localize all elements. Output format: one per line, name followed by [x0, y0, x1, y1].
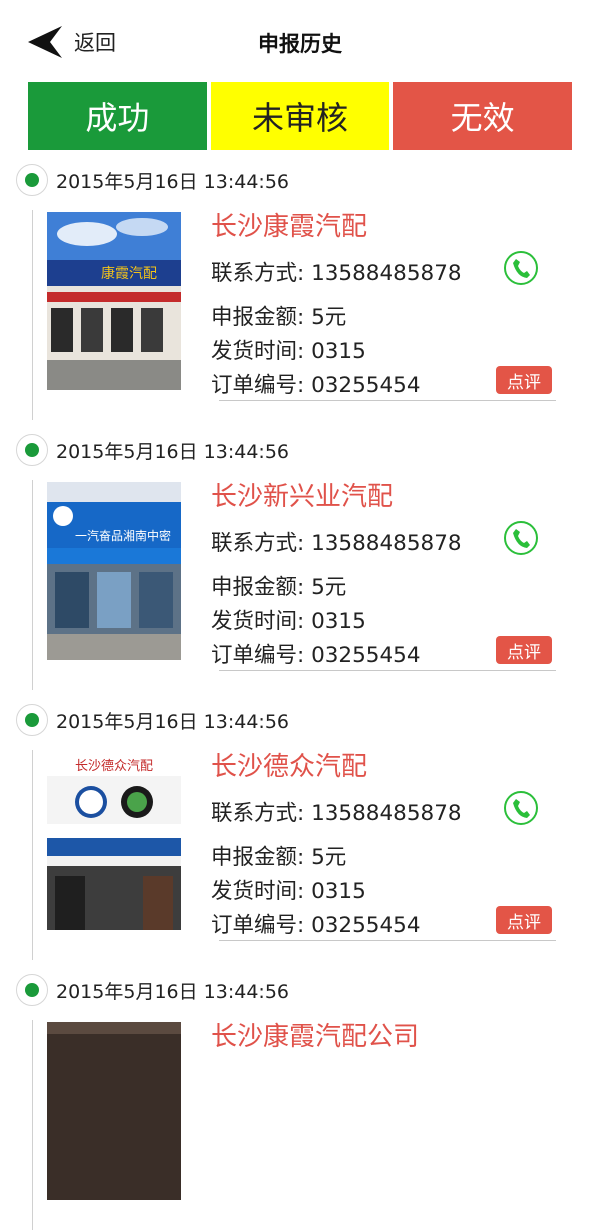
shop-photo[interactable]: 康霞汽配: [47, 212, 181, 390]
entry-time: 2015年5月16日 13:44:56: [56, 980, 289, 1003]
svg-text:一汽奋品湘南中密: 一汽奋品湘南中密: [75, 528, 171, 543]
divider: [219, 670, 556, 671]
review-button[interactable]: 点评: [496, 906, 552, 934]
top-bar: 返回 申报历史: [0, 0, 600, 82]
contact-line: 联系方式: 13588485878: [211, 261, 462, 286]
entry-header: 2015年5月16日 13:44:56: [16, 164, 289, 196]
phone-icon[interactable]: [503, 790, 539, 826]
shop-name: 长沙康霞汽配公司: [211, 1022, 420, 1052]
shop-photo[interactable]: [47, 1022, 181, 1200]
order-number-line: 订单编号: 03255454: [211, 373, 421, 398]
entry-time: 2015年5月16日 13:44:56: [56, 440, 289, 463]
green-dot-icon: [16, 704, 48, 736]
history-timeline: 2015年5月16日 13:44:56 康霞汽配 长沙康霞汽配 联系方式: 13…: [0, 150, 600, 1230]
green-dot-icon: [16, 974, 48, 1006]
shop-photo[interactable]: 一汽奋品湘南中密: [47, 482, 181, 660]
svg-text:康霞汽配: 康霞汽配: [101, 265, 157, 282]
entry-header: 2015年5月16日 13:44:56: [16, 434, 289, 466]
shop-photo[interactable]: 长沙德众汽配: [47, 752, 181, 930]
timeline-line: [32, 750, 33, 960]
shop-name: 长沙德众汽配: [211, 752, 368, 782]
contact-line: 联系方式: 13588485878: [211, 801, 462, 826]
green-dot-icon: [16, 164, 48, 196]
entry-header: 2015年5月16日 13:44:56: [16, 974, 289, 1006]
ship-time-line: 发货时间: 0315: [211, 339, 366, 364]
review-button[interactable]: 点评: [496, 636, 552, 664]
history-entry: 2015年5月16日 13:44:56 长沙康霞汽配公司: [0, 960, 600, 1230]
history-entry: 2015年5月16日 13:44:56 一汽奋品湘南中密 长沙新兴业汽配 联系方…: [0, 420, 600, 690]
history-entry: 2015年5月16日 13:44:56 康霞汽配 长沙康霞汽配 联系方式: 13…: [0, 150, 600, 420]
shop-name: 长沙新兴业汽配: [211, 482, 394, 512]
page-title: 申报历史: [258, 32, 342, 56]
entry-time: 2015年5月16日 13:44:56: [56, 710, 289, 733]
entry-time: 2015年5月16日 13:44:56: [56, 170, 289, 193]
status-tabs: 成功 未审核 无效: [28, 82, 573, 150]
svg-text:长沙德众汽配: 长沙德众汽配: [75, 759, 153, 774]
divider: [219, 400, 556, 401]
amount-line: 申报金额: 5元: [211, 305, 347, 330]
timeline-line: [32, 480, 33, 690]
amount-line: 申报金额: 5元: [211, 845, 347, 870]
entry-header: 2015年5月16日 13:44:56: [16, 704, 289, 736]
order-number-line: 订单编号: 03255454: [211, 913, 421, 938]
tab-pending[interactable]: 未审核: [210, 82, 390, 150]
phone-icon[interactable]: [503, 520, 539, 556]
history-entry: 2015年5月16日 13:44:56 长沙德众汽配 长沙德众汽配 联系方式: …: [0, 690, 600, 960]
timeline-line: [32, 210, 33, 420]
tab-success[interactable]: 成功: [28, 82, 207, 150]
amount-line: 申报金额: 5元: [211, 575, 347, 600]
phone-icon[interactable]: [503, 250, 539, 286]
green-dot-icon: [16, 434, 48, 466]
shop-name: 长沙康霞汽配: [211, 212, 368, 242]
timeline-line: [32, 1020, 33, 1230]
contact-line: 联系方式: 13588485878: [211, 531, 462, 556]
tab-invalid[interactable]: 无效: [393, 82, 573, 150]
ship-time-line: 发货时间: 0315: [211, 609, 366, 634]
order-number-line: 订单编号: 03255454: [211, 643, 421, 668]
ship-time-line: 发货时间: 0315: [211, 879, 366, 904]
review-button[interactable]: 点评: [496, 366, 552, 394]
divider: [219, 940, 556, 941]
